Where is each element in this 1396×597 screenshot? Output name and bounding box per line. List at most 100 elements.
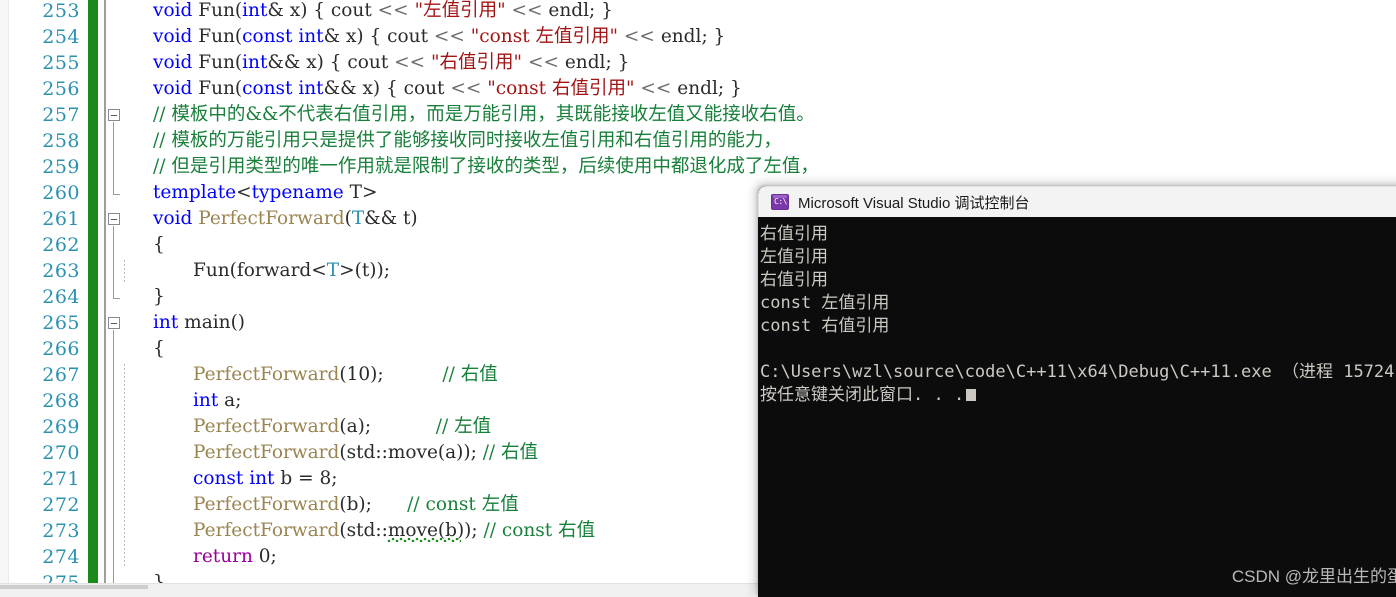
code-token: // 模板中的&&不代表右值引用，而是万能引用，其既能接收左值又能接收右值。 xyxy=(153,104,815,125)
editor-left-margin xyxy=(0,0,9,583)
line-number: 267 xyxy=(42,364,80,386)
collapse-toggle-icon[interactable] xyxy=(108,213,120,225)
code-line[interactable]: void Fun(const int& x) { cout << "const … xyxy=(106,24,1396,50)
code-line[interactable]: void Fun(const int&& x) { cout << "const… xyxy=(106,76,1396,102)
code-token: const int xyxy=(193,468,275,489)
code-token: << xyxy=(433,26,465,47)
code-token: { xyxy=(153,338,165,359)
code-line-text: PerfectForward(10); // 右值 xyxy=(153,362,498,388)
code-line-text: const int b = 8; xyxy=(153,466,338,492)
code-token: const int xyxy=(242,26,324,47)
horizontal-scrollbar-thumb[interactable] xyxy=(0,585,148,589)
indent-guide xyxy=(124,364,125,568)
code-token: < xyxy=(236,182,252,203)
code-line[interactable]: // 模板的万能引用只是提供了能够接收同时接收左值引用和右值引用的能力， xyxy=(106,128,1396,154)
code-token: void xyxy=(153,52,199,73)
code-token: Fun xyxy=(193,260,230,281)
line-number: 274 xyxy=(42,546,80,568)
code-token: PerfectForward xyxy=(198,208,345,229)
code-line-text: { xyxy=(153,232,165,258)
code-token: (forward< xyxy=(229,260,327,281)
code-token: int xyxy=(242,52,268,73)
code-token: () xyxy=(230,312,246,333)
code-line-text: template<typename T> xyxy=(153,180,377,206)
code-token: // 但是引用类型的唯一作用就是限制了接收的类型，后续使用中都退化成了左值， xyxy=(153,156,819,177)
code-token: // 左值 xyxy=(435,416,492,437)
code-token: (b); xyxy=(339,494,372,515)
code-token: int xyxy=(242,0,268,21)
console-output-line: 右值引用 xyxy=(760,224,828,244)
code-token: & x) { cout xyxy=(323,26,434,47)
code-line[interactable]: void Fun(int& x) { cout << "左值引用" << end… xyxy=(106,0,1396,24)
code-token: "const 右值引用" xyxy=(481,78,635,99)
indent-guide xyxy=(124,260,125,282)
line-number: 271 xyxy=(42,468,80,490)
code-line-text: // 模板中的&&不代表右值引用，而是万能引用，其既能接收左值又能接收右值。 xyxy=(153,102,815,128)
line-number: 269 xyxy=(42,416,80,438)
outline-guide xyxy=(113,226,114,298)
error-squiggle xyxy=(387,538,461,542)
code-token: "const 左值引用" xyxy=(464,26,619,47)
code-line-text: void Fun(const int&& x) { cout << "const… xyxy=(153,76,742,102)
console-output-line: 左值引用 xyxy=(760,247,828,267)
line-number: 262 xyxy=(42,234,80,256)
code-token: // const 右值 xyxy=(483,520,596,541)
code-token: int xyxy=(193,390,219,411)
code-line-text: return 0; xyxy=(153,544,277,570)
console-output[interactable]: 右值引用 左值引用 右值引用 const 左值引用 const 右值引用 C:\Users… xyxy=(758,217,1396,597)
code-token: PerfectForward xyxy=(193,442,340,463)
code-line-text: void Fun(const int& x) { cout << "const … xyxy=(153,24,725,50)
console-cursor xyxy=(966,389,977,401)
code-token: typename xyxy=(251,182,344,203)
code-token: "左值引用" xyxy=(408,0,506,21)
code-token: T xyxy=(326,260,340,281)
console-titlebar[interactable]: Microsoft Visual Studio 调试控制台 xyxy=(758,186,1396,217)
code-token: endl; } xyxy=(542,0,613,21)
code-token: & x) { cout xyxy=(267,0,378,21)
code-token: << xyxy=(527,52,559,73)
code-line-text: // 模板的万能引用只是提供了能够接收同时接收左值引用和右值引用的能力， xyxy=(153,128,782,154)
watermark: CSDN @龙里出生的蛋 xyxy=(1231,567,1396,586)
code-token: ( xyxy=(344,208,352,229)
console-app-icon xyxy=(771,194,789,210)
code-line[interactable]: void Fun(int&& x) { cout << "右值引用" << en… xyxy=(106,50,1396,76)
line-number: 260 xyxy=(42,182,80,204)
line-number: 253 xyxy=(42,0,80,22)
code-token: (std::move(a)); xyxy=(339,442,483,463)
collapse-toggle-icon[interactable] xyxy=(108,109,120,121)
debug-console-window[interactable]: Microsoft Visual Studio 调试控制台 右值引用左值引用右值… xyxy=(758,186,1396,597)
outline-guide xyxy=(113,122,114,194)
line-number: 266 xyxy=(42,338,80,360)
code-line-text: int a; xyxy=(153,388,241,414)
console-output-line: 右值引用 xyxy=(760,270,828,290)
code-token: && t) xyxy=(364,208,418,229)
code-token: << xyxy=(450,78,482,99)
code-token: void xyxy=(153,208,199,229)
collapse-toggle-icon[interactable] xyxy=(108,317,120,329)
line-number: 257 xyxy=(42,104,80,126)
code-token: PerfectForward xyxy=(193,494,340,515)
code-token: && x) { cout xyxy=(323,78,451,99)
code-line[interactable]: // 模板中的&&不代表右值引用，而是万能引用，其既能接收左值又能接收右值。 xyxy=(106,102,1396,128)
code-line[interactable]: // 但是引用类型的唯一作用就是限制了接收的类型，后续使用中都退化成了左值， xyxy=(106,154,1396,180)
code-token: << xyxy=(394,52,426,73)
code-token: return xyxy=(193,546,253,567)
console-output-line: C:\Users\wzl\source\code\C++11\x64\Debug… xyxy=(760,362,1396,382)
screenshot-root: 253 254 255 256 257 258 259 260 261 262 263 264 265 2… xyxy=(0,0,1396,597)
code-token: // 模板的万能引用只是提供了能够接收同时接收左值引用和右值引用的能力， xyxy=(153,130,782,151)
code-token: void xyxy=(153,0,199,21)
code-token: >(t)); xyxy=(339,260,390,281)
code-token: // const 左值 xyxy=(407,494,519,515)
outline-guide xyxy=(113,330,114,584)
code-line-text: PerfectForward(std::move(b)); // const 右… xyxy=(153,518,595,544)
code-token: const int xyxy=(242,78,324,99)
code-token: "右值引用" xyxy=(425,52,523,73)
change-tracking-bar xyxy=(88,0,98,583)
code-token: int xyxy=(153,312,179,333)
code-token: (a); xyxy=(339,416,372,437)
code-token: a; xyxy=(218,390,242,411)
code-token: } xyxy=(153,286,165,307)
code-token: PerfectForward xyxy=(193,364,340,385)
